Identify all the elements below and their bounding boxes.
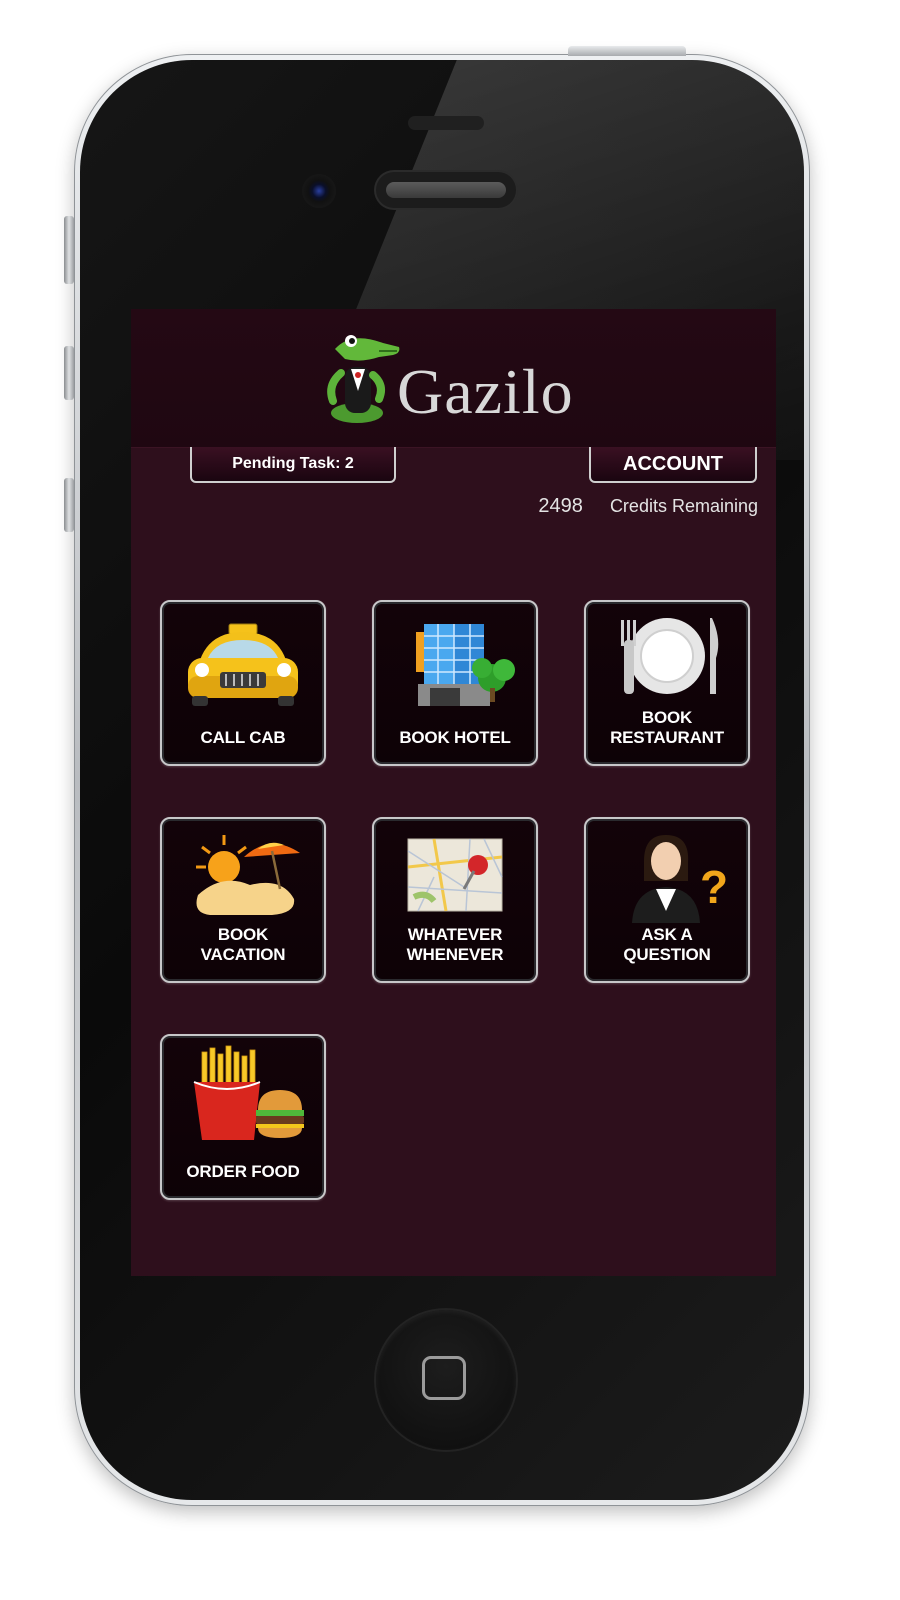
beach-icon <box>196 835 300 915</box>
gazilo-logo: Gazilo <box>321 329 591 429</box>
proximity-sensor <box>408 116 484 130</box>
credits-count: 2498 <box>538 495 583 517</box>
power-button[interactable] <box>568 46 686 56</box>
whatever-whenever-tile[interactable]: WHATEVER WHENEVER <box>372 817 538 983</box>
taxi-icon <box>188 623 298 706</box>
book-vacation-tile[interactable]: BOOK VACATION <box>160 817 326 983</box>
tile-label: ORDER FOOD <box>186 1162 300 1181</box>
phone-frame: Gazilo Pending Task: 2 ACCOUNT 2498 Cred… <box>74 54 810 1506</box>
front-camera <box>302 174 336 208</box>
app-screen: Gazilo Pending Task: 2 ACCOUNT 2498 Cred… <box>131 309 776 1276</box>
phone-body: Gazilo Pending Task: 2 ACCOUNT 2498 Cred… <box>80 60 804 1500</box>
earpiece-speaker <box>376 172 516 208</box>
svg-text:?: ? <box>700 861 728 913</box>
plate-cutlery-icon <box>621 618 719 694</box>
map-pin-icon <box>407 838 503 912</box>
mute-switch[interactable] <box>64 216 74 284</box>
account-button[interactable]: ACCOUNT <box>589 447 757 483</box>
call-cab-tile[interactable]: CALL CAB <box>160 600 326 766</box>
hotel-icon <box>416 624 515 706</box>
home-button[interactable] <box>376 1310 516 1450</box>
tile-label: WHENEVER <box>406 945 504 964</box>
home-square-icon <box>422 1356 466 1400</box>
tile-label: CALL CAB <box>200 728 286 747</box>
app-header: Gazilo <box>131 309 776 448</box>
volume-up-button[interactable] <box>64 346 74 400</box>
pending-task-button[interactable]: Pending Task: 2 <box>190 447 396 483</box>
app-logo-title: Gazilo <box>397 356 574 427</box>
volume-down-button[interactable] <box>64 478 74 532</box>
ask-question-tile[interactable]: ? ASK A QUESTION <box>584 817 750 983</box>
question-person-icon: ? <box>632 835 728 923</box>
tile-label: VACATION <box>200 945 286 964</box>
credits-display: 2498 Credits Remaining <box>538 495 758 518</box>
tile-label: BOOK HOTEL <box>399 728 511 747</box>
tile-label: QUESTION <box>623 945 711 964</box>
book-restaurant-tile[interactable]: BOOK RESTAURANT <box>584 600 750 766</box>
credits-label: Credits Remaining <box>609 496 758 516</box>
book-hotel-tile[interactable]: BOOK HOTEL <box>372 600 538 766</box>
fast-food-icon <box>193 1045 304 1140</box>
order-food-tile[interactable]: ORDER FOOD <box>160 1034 326 1200</box>
tile-label: RESTAURANT <box>610 728 724 747</box>
